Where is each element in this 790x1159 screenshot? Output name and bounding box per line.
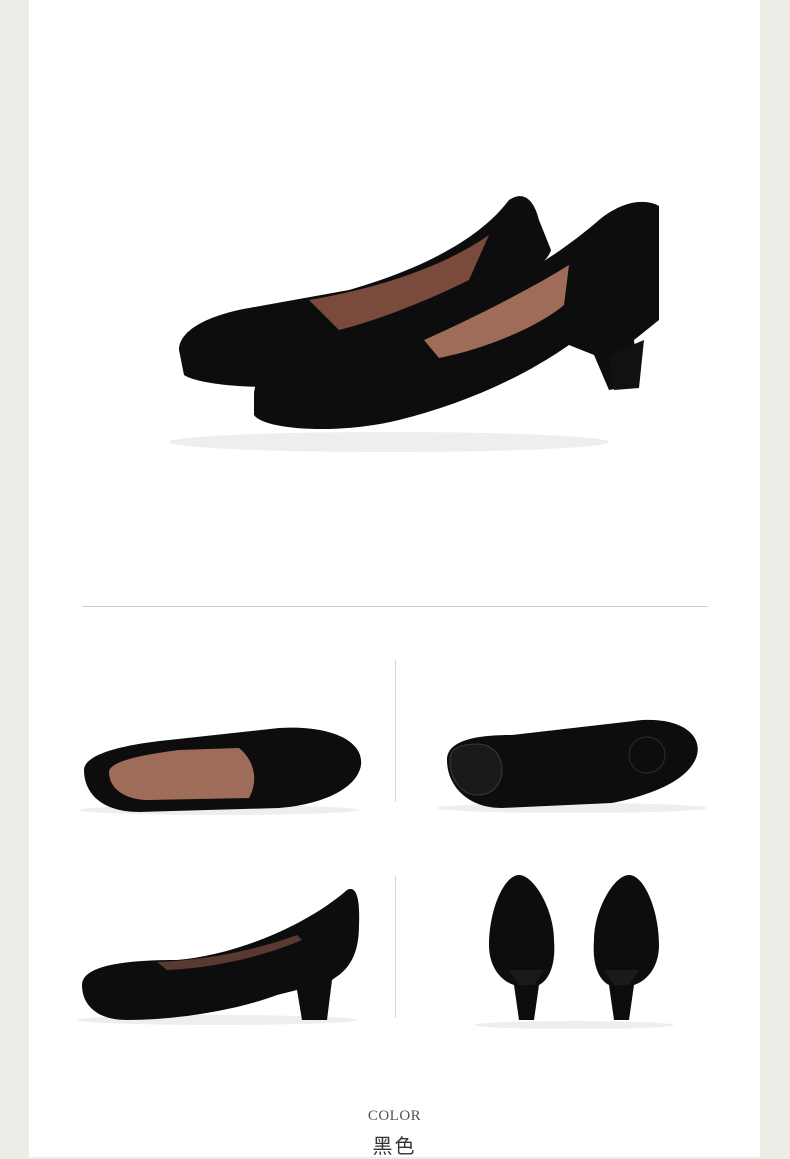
section-divider bbox=[82, 606, 708, 607]
hero-shoes-image bbox=[169, 196, 659, 452]
back-view-image bbox=[474, 875, 674, 1029]
column-divider-bottom bbox=[395, 876, 396, 1018]
sole-view-image bbox=[437, 719, 707, 813]
product-detail-panel: COLOR 黑色 bbox=[29, 0, 760, 1158]
color-label: COLOR bbox=[367, 1108, 422, 1124]
color-value: 黑色 bbox=[372, 1134, 417, 1158]
column-divider-top bbox=[395, 660, 396, 802]
side-view-image bbox=[77, 889, 360, 1025]
inside-view-image bbox=[79, 727, 362, 815]
